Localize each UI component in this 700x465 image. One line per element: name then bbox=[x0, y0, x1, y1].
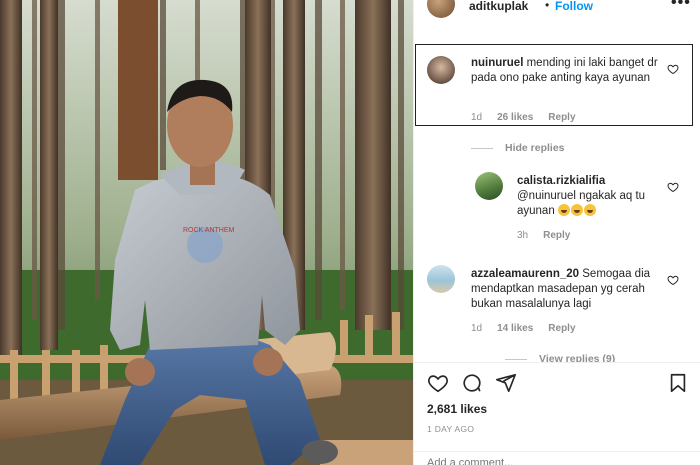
laughing-emoji-icon bbox=[557, 204, 570, 216]
comment-body: calista.rizkialifia @nuinuruel ngakak aq… bbox=[517, 174, 667, 219]
laughing-emoji-icon bbox=[583, 204, 596, 216]
comment-body: nuinuruel mending ini laki banget dr pad… bbox=[471, 56, 666, 86]
comment-reply-button[interactable]: Reply bbox=[548, 112, 575, 123]
comment-meta: 1d 26 likes Reply bbox=[471, 112, 576, 123]
laughing-emoji-icon bbox=[570, 204, 583, 216]
add-comment-bar bbox=[414, 451, 700, 465]
comment-body: azzaleamaurenn_20 Semogaa dia mendaptkan… bbox=[471, 267, 666, 312]
share-icon[interactable] bbox=[495, 372, 517, 394]
commenter-avatar[interactable] bbox=[475, 172, 503, 200]
divider-line bbox=[505, 358, 527, 360]
header-separator: • bbox=[545, 0, 550, 12]
comment-reply-button[interactable]: Reply bbox=[548, 323, 575, 334]
heart-icon[interactable] bbox=[427, 372, 449, 394]
comment-username[interactable]: azzaleamaurenn_20 bbox=[471, 268, 579, 280]
author-username[interactable]: aditkuplak bbox=[469, 0, 528, 13]
comment-meta: 3h Reply bbox=[517, 230, 570, 241]
comment-time: 1d bbox=[471, 323, 483, 334]
commenter-avatar[interactable] bbox=[427, 265, 455, 293]
comment-like-icon[interactable] bbox=[667, 181, 679, 193]
comment-time: 3h bbox=[517, 230, 529, 241]
commenter-avatar[interactable] bbox=[427, 56, 455, 84]
photo-scene: ROCK ANTHEM bbox=[0, 0, 413, 465]
post-side-panel: aditkuplak • Follow ••• nuinuruel mendin… bbox=[413, 0, 700, 465]
post-header: aditkuplak • Follow ••• bbox=[414, 0, 700, 18]
add-comment-input[interactable] bbox=[427, 457, 627, 465]
comment-reply-button[interactable]: Reply bbox=[543, 230, 570, 241]
divider-line bbox=[471, 147, 493, 149]
hide-replies-label: Hide replies bbox=[505, 142, 565, 154]
hide-replies-toggle[interactable]: Hide replies bbox=[471, 142, 565, 154]
post-likes-count[interactable]: 2,681 likes bbox=[427, 402, 487, 416]
comment-username[interactable]: nuinuruel bbox=[471, 57, 523, 69]
comment-username[interactable]: calista.rizkialifia bbox=[517, 175, 605, 187]
comment-like-icon[interactable] bbox=[667, 63, 679, 75]
post-photo[interactable]: ROCK ANTHEM bbox=[0, 0, 413, 465]
comment-likes[interactable]: 14 likes bbox=[497, 323, 533, 334]
post-actions-section: 2,681 likes 1 DAY AGO bbox=[414, 362, 700, 465]
comment-meta: 1d 14 likes Reply bbox=[471, 323, 576, 334]
comment-like-icon[interactable] bbox=[667, 274, 679, 286]
author-avatar[interactable] bbox=[427, 0, 455, 18]
comment-likes[interactable]: 26 likes bbox=[497, 112, 533, 123]
comment-time: 1d bbox=[471, 112, 483, 123]
post-date: 1 DAY AGO bbox=[427, 424, 475, 434]
comment-icon[interactable] bbox=[461, 372, 483, 394]
more-options-button[interactable]: ••• bbox=[671, 0, 691, 12]
bookmark-icon[interactable] bbox=[667, 372, 689, 394]
svg-text:ROCK ANTHEM: ROCK ANTHEM bbox=[183, 227, 235, 234]
follow-button[interactable]: Follow bbox=[555, 0, 593, 13]
